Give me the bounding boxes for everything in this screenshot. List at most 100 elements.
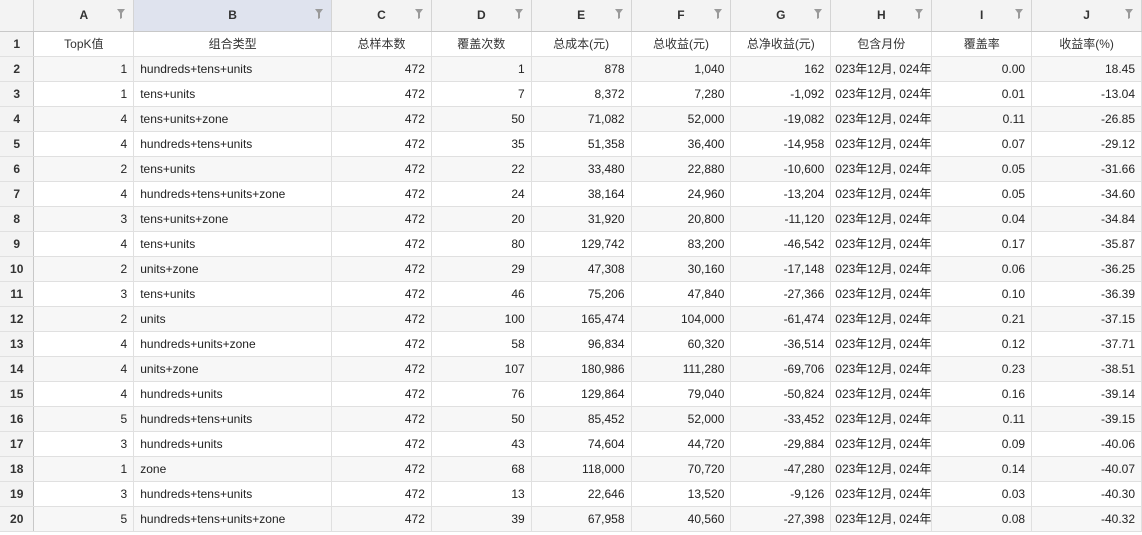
table-cell[interactable]: 472 [331,481,432,507]
column-header-a[interactable]: A [33,0,135,32]
table-cell[interactable]: tens+units [133,81,333,107]
filter-icon[interactable] [1125,9,1133,19]
table-cell[interactable]: 023年12月, 024年 [830,331,933,357]
table-cell[interactable]: 472 [331,306,432,332]
table-cell[interactable]: -39.14 [1031,381,1142,407]
header-cell[interactable]: 覆盖率 [931,31,1033,57]
filter-icon[interactable] [814,9,823,19]
table-cell[interactable]: 31,920 [531,206,632,232]
table-cell[interactable]: -50,824 [730,381,832,407]
table-cell[interactable]: -27,366 [730,281,832,307]
table-cell[interactable]: 70,720 [631,456,732,482]
table-cell[interactable]: 24,960 [631,181,732,207]
table-cell[interactable]: 0.04 [931,206,1033,232]
table-cell[interactable]: 023年12月, 024年 [830,456,933,482]
table-cell[interactable]: -27,398 [730,506,832,532]
table-cell[interactable]: 60,320 [631,331,732,357]
table-cell[interactable]: 0.09 [931,431,1033,457]
table-cell[interactable]: 1 [33,456,135,482]
table-cell[interactable]: 472 [331,331,432,357]
table-cell[interactable]: -33,452 [730,406,832,432]
table-cell[interactable]: 75,206 [531,281,632,307]
table-cell[interactable]: 472 [331,506,432,532]
table-cell[interactable]: -14,958 [730,131,832,157]
column-header-c[interactable]: C [331,0,432,32]
column-header-d[interactable]: D [431,0,532,32]
table-cell[interactable]: 023年12月, 024年 [830,56,933,82]
table-cell[interactable]: 52,000 [631,106,732,132]
table-cell[interactable]: 4 [33,331,135,357]
row-number[interactable]: 3 [0,81,35,107]
table-cell[interactable]: -36.25 [1031,256,1142,282]
table-cell[interactable]: 13,520 [631,481,732,507]
select-all-corner[interactable] [0,0,35,32]
table-cell[interactable]: 5 [33,406,135,432]
table-cell[interactable]: 22,880 [631,156,732,182]
row-number[interactable]: 5 [0,131,35,157]
table-cell[interactable]: 472 [331,381,432,407]
table-cell[interactable]: 104,000 [631,306,732,332]
table-cell[interactable]: 22 [431,156,532,182]
table-cell[interactable]: -36,514 [730,331,832,357]
table-cell[interactable]: -13,204 [730,181,832,207]
table-cell[interactable]: 20,800 [631,206,732,232]
table-cell[interactable]: 38,164 [531,181,632,207]
row-number[interactable]: 11 [0,281,35,307]
header-cell[interactable]: 收益率(%) [1031,31,1142,57]
table-cell[interactable]: 023年12月, 024年 [830,156,933,182]
table-cell[interactable]: 472 [331,256,432,282]
row-number[interactable]: 19 [0,481,35,507]
table-cell[interactable]: 83,200 [631,231,732,257]
table-cell[interactable]: 22,646 [531,481,632,507]
table-cell[interactable]: 0.12 [931,331,1033,357]
row-number[interactable]: 1 [0,31,35,57]
table-cell[interactable]: 472 [331,81,432,107]
table-cell[interactable]: 0.14 [931,456,1033,482]
row-number[interactable]: 10 [0,256,35,282]
table-cell[interactable]: 76 [431,381,532,407]
filter-icon[interactable] [614,9,623,19]
table-cell[interactable]: 472 [331,231,432,257]
table-cell[interactable]: 68 [431,456,532,482]
table-cell[interactable]: -69,706 [730,356,832,382]
table-cell[interactable]: 3 [33,431,135,457]
filter-icon[interactable] [514,9,523,19]
table-cell[interactable]: 2 [33,156,135,182]
table-cell[interactable]: hundreds+tens+units [133,481,333,507]
header-cell[interactable]: 覆盖次数 [431,31,532,57]
table-cell[interactable]: 1 [431,56,532,82]
table-cell[interactable]: tens+units+zone [133,106,333,132]
table-cell[interactable]: 8,372 [531,81,632,107]
table-cell[interactable]: -34.84 [1031,206,1142,232]
table-cell[interactable]: hundreds+units [133,381,333,407]
header-cell[interactable]: TopK值 [33,31,135,57]
table-cell[interactable]: 50 [431,106,532,132]
filter-icon[interactable] [315,9,324,19]
table-cell[interactable]: 80 [431,231,532,257]
table-cell[interactable]: 023年12月, 024年 [830,406,933,432]
table-cell[interactable]: 7 [431,81,532,107]
table-cell[interactable]: 47,840 [631,281,732,307]
table-cell[interactable]: 472 [331,431,432,457]
row-number[interactable]: 7 [0,181,35,207]
table-cell[interactable]: 023年12月, 024年 [830,256,933,282]
table-cell[interactable]: tens+units+zone [133,206,333,232]
table-cell[interactable]: -40.32 [1031,506,1142,532]
table-cell[interactable]: 50 [431,406,532,432]
table-cell[interactable]: -38.51 [1031,356,1142,382]
table-cell[interactable]: 472 [331,281,432,307]
table-cell[interactable]: 0.21 [931,306,1033,332]
table-cell[interactable]: 3 [33,206,135,232]
table-cell[interactable]: -34.60 [1031,181,1142,207]
table-cell[interactable]: 13 [431,481,532,507]
table-cell[interactable]: -36.39 [1031,281,1142,307]
table-cell[interactable]: 0.05 [931,181,1033,207]
table-cell[interactable]: 023年12月, 024年 [830,481,933,507]
table-cell[interactable]: 58 [431,331,532,357]
table-cell[interactable]: 29 [431,256,532,282]
table-cell[interactable]: -47,280 [730,456,832,482]
row-number[interactable]: 9 [0,231,35,257]
table-cell[interactable]: 40,560 [631,506,732,532]
header-cell[interactable]: 包含月份 [830,31,933,57]
table-cell[interactable]: 023年12月, 024年 [830,306,933,332]
